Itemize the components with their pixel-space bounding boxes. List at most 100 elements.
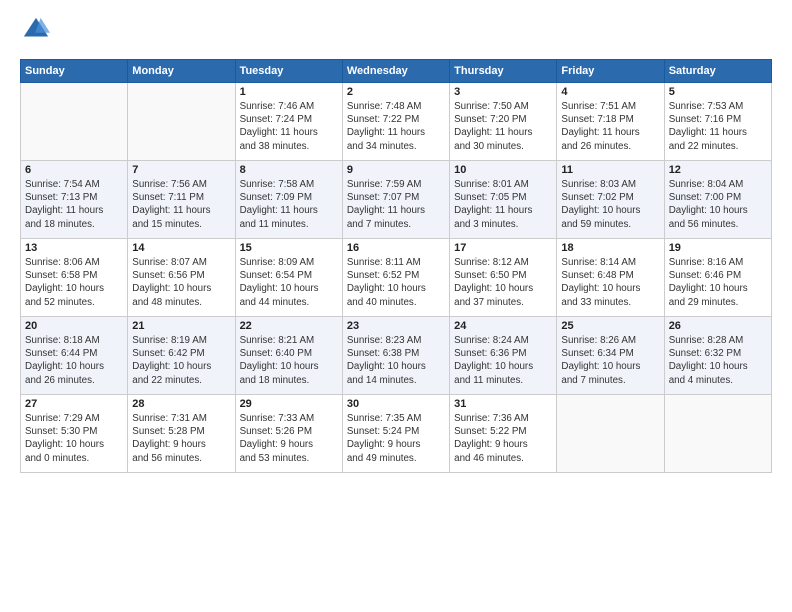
- day-number: 31: [454, 398, 552, 410]
- day-info: Sunrise: 8:26 AM Sunset: 6:34 PM Dayligh…: [561, 334, 659, 387]
- day-info: Sunrise: 8:04 AM Sunset: 7:00 PM Dayligh…: [669, 178, 767, 231]
- calendar-cell: 16 Sunrise: 8:11 AM Sunset: 6:52 PM Dayli…: [342, 239, 449, 317]
- day-number: 10: [454, 164, 552, 176]
- calendar-week-row: 13 Sunrise: 8:06 AM Sunset: 6:58 PM Dayli…: [21, 239, 772, 317]
- day-info: Sunrise: 8:16 AM Sunset: 6:46 PM Dayligh…: [669, 256, 767, 309]
- day-number: 8: [240, 164, 338, 176]
- calendar-cell: 9Sunrise: 7:59 AM Sunset: 7:07 PM Daylig…: [342, 161, 449, 239]
- day-number: 20: [25, 320, 123, 332]
- calendar-cell: 23 Sunrise: 8:23 AM Sunset: 6:38 PM Dayli…: [342, 317, 449, 395]
- day-info: Sunrise: 8:19 AM Sunset: 6:42 PM Dayligh…: [132, 334, 230, 387]
- day-number: 1: [240, 86, 338, 98]
- day-number: 16: [347, 242, 445, 254]
- day-number: 24: [454, 320, 552, 332]
- calendar-cell: 24 Sunrise: 8:24 AM Sunset: 6:36 PM Dayli…: [450, 317, 557, 395]
- weekday-header: Saturday: [664, 60, 771, 83]
- logo-icon: [22, 16, 50, 44]
- calendar-header-row: SundayMondayTuesdayWednesdayThursdayFrid…: [21, 60, 772, 83]
- day-info: Sunrise: 7:59 AM Sunset: 7:07 PM Dayligh…: [347, 178, 445, 231]
- calendar-cell: 5 Sunrise: 7:53 AM Sunset: 7:16 PM Daylig…: [664, 83, 771, 161]
- calendar-week-row: 20 Sunrise: 8:18 AM Sunset: 6:44 PM Dayli…: [21, 317, 772, 395]
- day-number: 3: [454, 86, 552, 98]
- day-info: Sunrise: 8:28 AM Sunset: 6:32 PM Dayligh…: [669, 334, 767, 387]
- calendar-cell: 1 Sunrise: 7:46 AM Sunset: 7:24 PM Daylig…: [235, 83, 342, 161]
- calendar-cell: 21 Sunrise: 8:19 AM Sunset: 6:42 PM Dayli…: [128, 317, 235, 395]
- calendar-cell: [21, 83, 128, 161]
- day-number: 14: [132, 242, 230, 254]
- calendar-cell: 18 Sunrise: 8:14 AM Sunset: 6:48 PM Dayli…: [557, 239, 664, 317]
- day-number: 13: [25, 242, 123, 254]
- day-number: 22: [240, 320, 338, 332]
- calendar-week-row: 27 Sunrise: 7:29 AM Sunset: 5:30 PM Dayli…: [21, 395, 772, 473]
- logo: [20, 16, 54, 49]
- day-info: Sunrise: 7:29 AM Sunset: 5:30 PM Dayligh…: [25, 412, 123, 465]
- calendar-cell: 25 Sunrise: 8:26 AM Sunset: 6:34 PM Dayli…: [557, 317, 664, 395]
- day-info: Sunrise: 7:31 AM Sunset: 5:28 PM Dayligh…: [132, 412, 230, 465]
- calendar-week-row: 1 Sunrise: 7:46 AM Sunset: 7:24 PM Daylig…: [21, 83, 772, 161]
- calendar-cell: 29Sunrise: 7:33 AM Sunset: 5:26 PM Dayli…: [235, 395, 342, 473]
- calendar-cell: 19Sunrise: 8:16 AM Sunset: 6:46 PM Dayli…: [664, 239, 771, 317]
- calendar-cell: 8 Sunrise: 7:58 AM Sunset: 7:09 PM Daylig…: [235, 161, 342, 239]
- day-info: Sunrise: 8:01 AM Sunset: 7:05 PM Dayligh…: [454, 178, 552, 231]
- calendar-cell: 27 Sunrise: 7:29 AM Sunset: 5:30 PM Dayli…: [21, 395, 128, 473]
- day-info: Sunrise: 7:56 AM Sunset: 7:11 PM Dayligh…: [132, 178, 230, 231]
- day-info: Sunrise: 8:21 AM Sunset: 6:40 PM Dayligh…: [240, 334, 338, 387]
- calendar-cell: 11 Sunrise: 8:03 AM Sunset: 7:02 PM Dayli…: [557, 161, 664, 239]
- day-number: 27: [25, 398, 123, 410]
- day-info: Sunrise: 8:06 AM Sunset: 6:58 PM Dayligh…: [25, 256, 123, 309]
- day-number: 17: [454, 242, 552, 254]
- day-number: 23: [347, 320, 445, 332]
- day-info: Sunrise: 8:12 AM Sunset: 6:50 PM Dayligh…: [454, 256, 552, 309]
- calendar-cell: 13 Sunrise: 8:06 AM Sunset: 6:58 PM Dayli…: [21, 239, 128, 317]
- day-info: Sunrise: 7:35 AM Sunset: 5:24 PM Dayligh…: [347, 412, 445, 465]
- calendar-cell: 17 Sunrise: 8:12 AM Sunset: 6:50 PM Dayli…: [450, 239, 557, 317]
- calendar-cell: 26 Sunrise: 8:28 AM Sunset: 6:32 PM Dayli…: [664, 317, 771, 395]
- day-info: Sunrise: 7:51 AM Sunset: 7:18 PM Dayligh…: [561, 100, 659, 153]
- calendar-cell: [664, 395, 771, 473]
- calendar-cell: [557, 395, 664, 473]
- day-info: Sunrise: 7:50 AM Sunset: 7:20 PM Dayligh…: [454, 100, 552, 153]
- calendar-cell: 6Sunrise: 7:54 AM Sunset: 7:13 PM Daylig…: [21, 161, 128, 239]
- day-info: Sunrise: 7:36 AM Sunset: 5:22 PM Dayligh…: [454, 412, 552, 465]
- day-number: 28: [132, 398, 230, 410]
- day-info: Sunrise: 7:33 AM Sunset: 5:26 PM Dayligh…: [240, 412, 338, 465]
- day-number: 18: [561, 242, 659, 254]
- calendar-cell: 15Sunrise: 8:09 AM Sunset: 6:54 PM Dayli…: [235, 239, 342, 317]
- calendar-cell: 22 Sunrise: 8:21 AM Sunset: 6:40 PM Dayli…: [235, 317, 342, 395]
- day-info: Sunrise: 8:24 AM Sunset: 6:36 PM Dayligh…: [454, 334, 552, 387]
- calendar-cell: 7 Sunrise: 7:56 AM Sunset: 7:11 PM Daylig…: [128, 161, 235, 239]
- day-info: Sunrise: 8:14 AM Sunset: 6:48 PM Dayligh…: [561, 256, 659, 309]
- day-number: 2: [347, 86, 445, 98]
- calendar-week-row: 6Sunrise: 7:54 AM Sunset: 7:13 PM Daylig…: [21, 161, 772, 239]
- day-number: 5: [669, 86, 767, 98]
- calendar-cell: 10 Sunrise: 8:01 AM Sunset: 7:05 PM Dayli…: [450, 161, 557, 239]
- calendar-cell: 30 Sunrise: 7:35 AM Sunset: 5:24 PM Dayli…: [342, 395, 449, 473]
- calendar-cell: 20 Sunrise: 8:18 AM Sunset: 6:44 PM Dayli…: [21, 317, 128, 395]
- day-number: 6: [25, 164, 123, 176]
- day-number: 12: [669, 164, 767, 176]
- day-number: 21: [132, 320, 230, 332]
- weekday-header: Monday: [128, 60, 235, 83]
- day-number: 26: [669, 320, 767, 332]
- day-info: Sunrise: 7:58 AM Sunset: 7:09 PM Dayligh…: [240, 178, 338, 231]
- weekday-header: Thursday: [450, 60, 557, 83]
- day-info: Sunrise: 8:03 AM Sunset: 7:02 PM Dayligh…: [561, 178, 659, 231]
- day-number: 30: [347, 398, 445, 410]
- day-number: 11: [561, 164, 659, 176]
- day-number: 4: [561, 86, 659, 98]
- calendar-cell: 31 Sunrise: 7:36 AM Sunset: 5:22 PM Dayli…: [450, 395, 557, 473]
- day-info: Sunrise: 7:46 AM Sunset: 7:24 PM Dayligh…: [240, 100, 338, 153]
- day-info: Sunrise: 7:53 AM Sunset: 7:16 PM Dayligh…: [669, 100, 767, 153]
- calendar-cell: 4 Sunrise: 7:51 AM Sunset: 7:18 PM Daylig…: [557, 83, 664, 161]
- calendar-cell: 12 Sunrise: 8:04 AM Sunset: 7:00 PM Dayli…: [664, 161, 771, 239]
- day-info: Sunrise: 8:07 AM Sunset: 6:56 PM Dayligh…: [132, 256, 230, 309]
- day-info: Sunrise: 7:48 AM Sunset: 7:22 PM Dayligh…: [347, 100, 445, 153]
- day-number: 7: [132, 164, 230, 176]
- day-number: 25: [561, 320, 659, 332]
- calendar-cell: [128, 83, 235, 161]
- calendar-cell: 3 Sunrise: 7:50 AM Sunset: 7:20 PM Daylig…: [450, 83, 557, 161]
- day-info: Sunrise: 8:18 AM Sunset: 6:44 PM Dayligh…: [25, 334, 123, 387]
- day-info: Sunrise: 8:11 AM Sunset: 6:52 PM Dayligh…: [347, 256, 445, 309]
- day-info: Sunrise: 8:23 AM Sunset: 6:38 PM Dayligh…: [347, 334, 445, 387]
- calendar-table: SundayMondayTuesdayWednesdayThursdayFrid…: [20, 59, 772, 473]
